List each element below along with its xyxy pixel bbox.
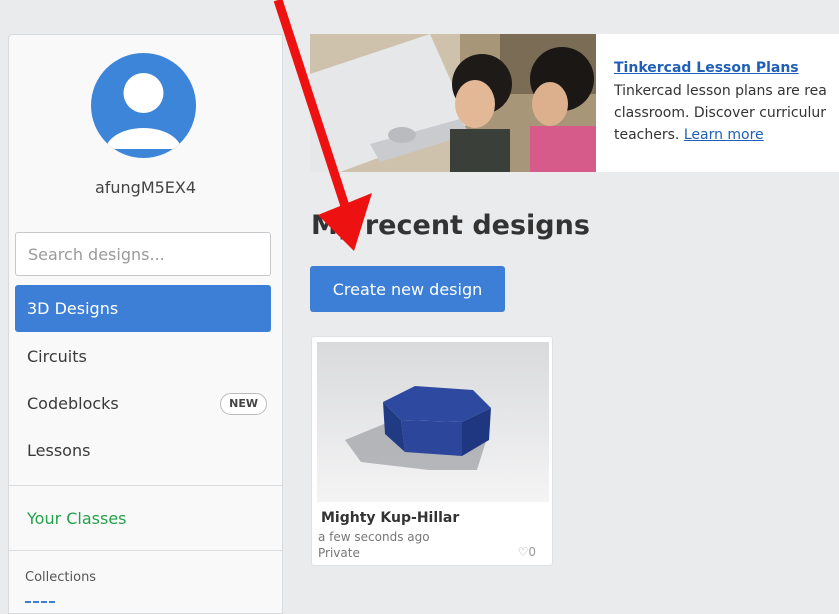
- design-privacy: Private: [318, 546, 360, 560]
- sidebar-item-label: Lessons: [27, 441, 91, 460]
- banner-description: Tinkercad lesson plans are rea classroom…: [614, 80, 839, 146]
- design-name: Mighty Kup-Hillar: [321, 510, 460, 526]
- like-count[interactable]: ♡0: [518, 545, 536, 559]
- banner-photo: [310, 34, 596, 172]
- banner-line: Tinkercad lesson plans are rea: [614, 83, 827, 99]
- lesson-plans-banner: Tinkercad Lesson Plans Tinkercad lesson …: [310, 34, 839, 172]
- sidebar-item-circuits[interactable]: Circuits: [15, 333, 271, 380]
- collection-placeholder: [25, 601, 55, 607]
- banner-title-link[interactable]: Tinkercad Lesson Plans: [614, 60, 799, 76]
- create-new-design-button[interactable]: Create new design: [310, 266, 505, 312]
- banner-line-prefix: teachers.: [614, 127, 680, 143]
- search-input[interactable]: [15, 232, 271, 276]
- sidebar-divider: [9, 485, 282, 486]
- sidebar: afungM5EX4 3D Designs Circuits Codeblock…: [8, 34, 283, 614]
- user-avatar-icon[interactable]: [91, 53, 196, 158]
- top-bar: [0, 0, 839, 32]
- banner-line: teachers. Learn more: [614, 124, 839, 146]
- sidebar-item-label: Circuits: [27, 347, 87, 366]
- design-card[interactable]: Mighty Kup-Hillar a few seconds ago Priv…: [311, 336, 553, 566]
- username: afungM5EX4: [94, 178, 197, 197]
- heart-icon: ♡: [517, 545, 529, 559]
- sidebar-item-label: Codeblocks: [27, 394, 119, 413]
- sidebar-item-3d-designs[interactable]: 3D Designs: [15, 285, 271, 332]
- sidebar-item-codeblocks[interactable]: Codeblocks NEW: [15, 380, 271, 427]
- banner-line: classroom. Discover curriculur: [614, 105, 827, 121]
- learn-more-link[interactable]: Learn more: [684, 127, 764, 143]
- sidebar-divider: [9, 550, 282, 551]
- sidebar-item-label: 3D Designs: [27, 299, 119, 318]
- design-thumbnail[interactable]: [317, 342, 549, 502]
- sidebar-item-lessons[interactable]: Lessons: [15, 427, 271, 474]
- like-count-value: 0: [528, 545, 536, 559]
- your-classes-link[interactable]: Your Classes: [27, 509, 127, 528]
- design-time: a few seconds ago: [318, 530, 430, 544]
- collections-heading: Collections: [25, 570, 97, 585]
- new-badge: NEW: [220, 393, 267, 415]
- page-title: My recent designs: [311, 210, 590, 241]
